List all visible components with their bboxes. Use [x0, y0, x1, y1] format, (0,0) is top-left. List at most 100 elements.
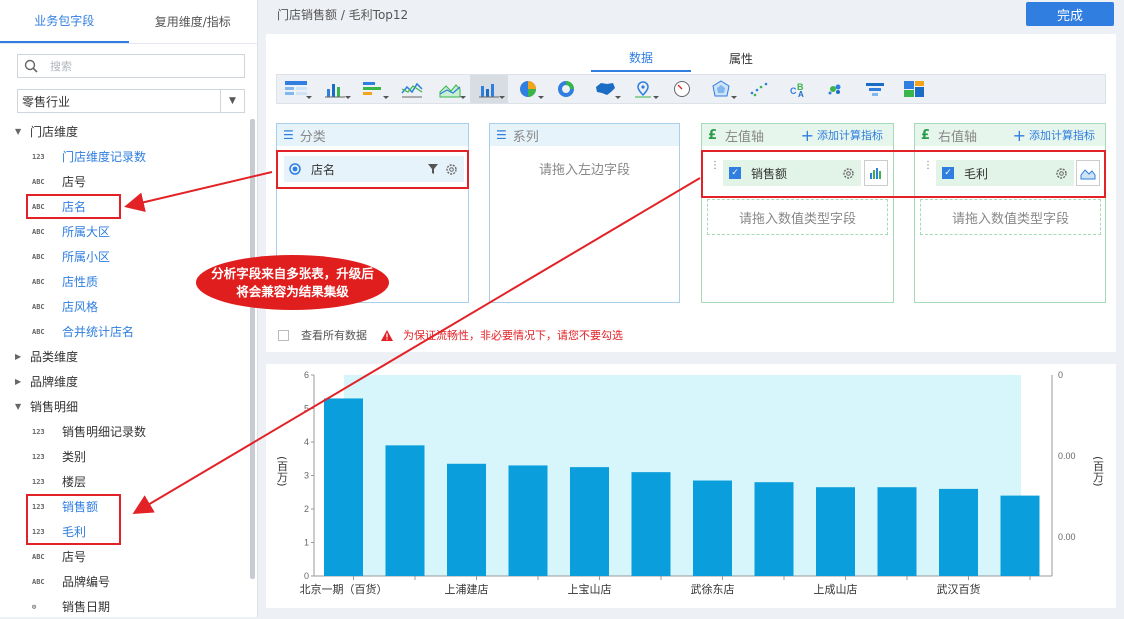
- tab-data[interactable]: 数据: [591, 44, 691, 72]
- y-tick-label: 2: [304, 504, 309, 514]
- list-icon: ☰: [283, 128, 294, 142]
- pie-chart-icon[interactable]: [509, 75, 547, 103]
- right-axis-drop-zone[interactable]: 请拖入数值类型字段: [920, 199, 1101, 235]
- search-input[interactable]: 搜索: [17, 54, 245, 78]
- tab-package-fields[interactable]: 业务包字段: [0, 0, 129, 43]
- tree-group[interactable]: ▼ 销售明细: [0, 394, 248, 419]
- scatter-icon[interactable]: [740, 75, 778, 103]
- y-tick-label: 3: [304, 471, 309, 481]
- gauge-icon[interactable]: [663, 75, 701, 103]
- package-select-value: 零售行业: [22, 94, 71, 109]
- tree-field-label: 所属小区: [62, 250, 111, 264]
- x-tick-label: 上成山店: [814, 582, 858, 596]
- chart-bar: [447, 463, 486, 576]
- chart-type-toolbar: CBA: [276, 74, 1106, 104]
- line-chart-icon[interactable]: [393, 75, 431, 103]
- tab-reuse-dimensions[interactable]: 复用维度/指标: [129, 0, 258, 43]
- horizontal-bar-icon[interactable]: [354, 75, 392, 103]
- svg-text:A: A: [798, 90, 804, 98]
- x-tick-label: 上浦建店: [445, 582, 489, 596]
- tree-group[interactable]: ▶ 品牌维度: [0, 369, 248, 394]
- y-tick-label: 5: [304, 404, 309, 414]
- pound-icon: £: [921, 127, 931, 143]
- text-type-icon: ABC: [32, 577, 45, 586]
- chevron-down-icon[interactable]: ▼: [220, 90, 244, 112]
- chart-bar: [570, 467, 609, 576]
- done-button[interactable]: 完成: [1026, 2, 1114, 26]
- number-type-icon: 123: [32, 152, 45, 161]
- donut-chart-icon[interactable]: [547, 75, 585, 103]
- chart-bar: [693, 480, 732, 576]
- tree-field-label: 楼层: [62, 475, 87, 489]
- tree-field[interactable]: 123 门店维度记录数: [0, 144, 248, 169]
- force-bubble-icon[interactable]: [817, 75, 855, 103]
- caret-down-icon[interactable]: ▼: [15, 127, 30, 136]
- x-tick-label: 北京一期（百货）: [300, 582, 388, 596]
- bubble-icon[interactable]: CBA: [779, 75, 817, 103]
- search-icon: [24, 59, 38, 73]
- caret-right-icon[interactable]: ▶: [15, 377, 30, 386]
- view-all-checkbox[interactable]: [278, 329, 289, 341]
- chart-bar: [508, 465, 548, 576]
- y2-tick-label: 0.00: [1058, 532, 1076, 542]
- text-type-icon: ABC: [32, 302, 45, 311]
- sidebar-scrollbar[interactable]: [250, 119, 255, 579]
- breadcrumb: 门店销售额 / 毛利Top12: [277, 8, 409, 22]
- series-zone: ☰ 系列 请拖入左边字段: [489, 123, 680, 303]
- tree-field[interactable]: ABC 店号: [0, 169, 248, 194]
- tree-field[interactable]: ABC 所属大区: [0, 219, 248, 244]
- tree-field[interactable]: 123 类别: [0, 444, 248, 469]
- series-drop-hint: 请拖入左边字段: [538, 163, 630, 178]
- text-type-icon: ABC: [32, 252, 45, 261]
- grouped-table-icon[interactable]: [277, 75, 315, 103]
- tree-field[interactable]: ABC 店号: [0, 544, 248, 569]
- pound-icon: £: [708, 127, 718, 143]
- tab-properties[interactable]: 属性: [691, 44, 791, 72]
- right-axis-header: £ 右值轴 + 添加计算指标: [915, 124, 1105, 146]
- add-metric-label: 添加计算指标: [1029, 129, 1095, 142]
- y2-axis-label: (百万): [1092, 456, 1105, 487]
- tree-field-label: 店号: [62, 175, 87, 189]
- y-tick-label: 1: [304, 538, 309, 548]
- y-tick-label: 6: [304, 370, 309, 380]
- x-tick-label: 武汉百货: [937, 582, 981, 596]
- radar-icon[interactable]: [702, 75, 740, 103]
- combo-chart-icon[interactable]: [469, 75, 508, 103]
- chart-bar: [385, 445, 425, 576]
- tree-field[interactable]: 123 销售明细记录数: [0, 419, 248, 444]
- tree-field-label: 类别: [62, 450, 87, 464]
- sidebar-tabs: 业务包字段 复用维度/指标: [0, 0, 257, 44]
- annotation-box-axes: [701, 150, 1106, 198]
- tree-field-label: 合并统计店名: [62, 325, 135, 339]
- rect-tree-icon[interactable]: [895, 75, 933, 103]
- tree-field[interactable]: 123 楼层: [0, 469, 248, 494]
- text-type-icon: ABC: [32, 177, 45, 186]
- text-type-icon: ABC: [32, 277, 45, 286]
- caret-right-icon[interactable]: ▶: [15, 352, 30, 361]
- tree-field-label: 销售明细记录数: [62, 425, 147, 439]
- warning-text: 为保证流畅性，非必要情况下，请您不要勾选: [403, 329, 623, 342]
- add-calculated-metric-left[interactable]: + 添加计算指标: [801, 126, 883, 145]
- point-map-icon[interactable]: [624, 75, 662, 103]
- add-calculated-metric-right[interactable]: + 添加计算指标: [1013, 126, 1095, 145]
- left-axis-drop-zone[interactable]: 请拖入数值类型字段: [707, 199, 888, 235]
- warning-icon: [381, 329, 393, 341]
- y-tick-label: 4: [304, 437, 309, 447]
- left-axis-title: 左值轴: [725, 129, 765, 145]
- caret-down-icon[interactable]: ▼: [15, 402, 30, 411]
- tree-field[interactable]: ⊙ 销售日期: [0, 594, 248, 619]
- map-chart-icon[interactable]: [586, 75, 624, 103]
- package-select[interactable]: 零售行业 ▼: [17, 89, 245, 113]
- tree-field[interactable]: ABC 合并统计店名: [0, 319, 248, 344]
- y-tick-label: 0: [304, 571, 309, 581]
- tree-field[interactable]: ABC 品牌编号: [0, 569, 248, 594]
- number-type-icon: 123: [32, 452, 45, 461]
- tree-group[interactable]: ▼ 门店维度: [0, 119, 248, 144]
- bar-chart-icon[interactable]: [316, 75, 354, 103]
- tree-group[interactable]: ▶ 品类维度: [0, 344, 248, 369]
- y2-tick-label: 0.00: [1058, 451, 1076, 461]
- funnel-icon[interactable]: [856, 75, 894, 103]
- area-chart-icon[interactable]: [431, 75, 469, 103]
- annotation-box-measures: [26, 494, 121, 545]
- chart-bar: [324, 398, 363, 576]
